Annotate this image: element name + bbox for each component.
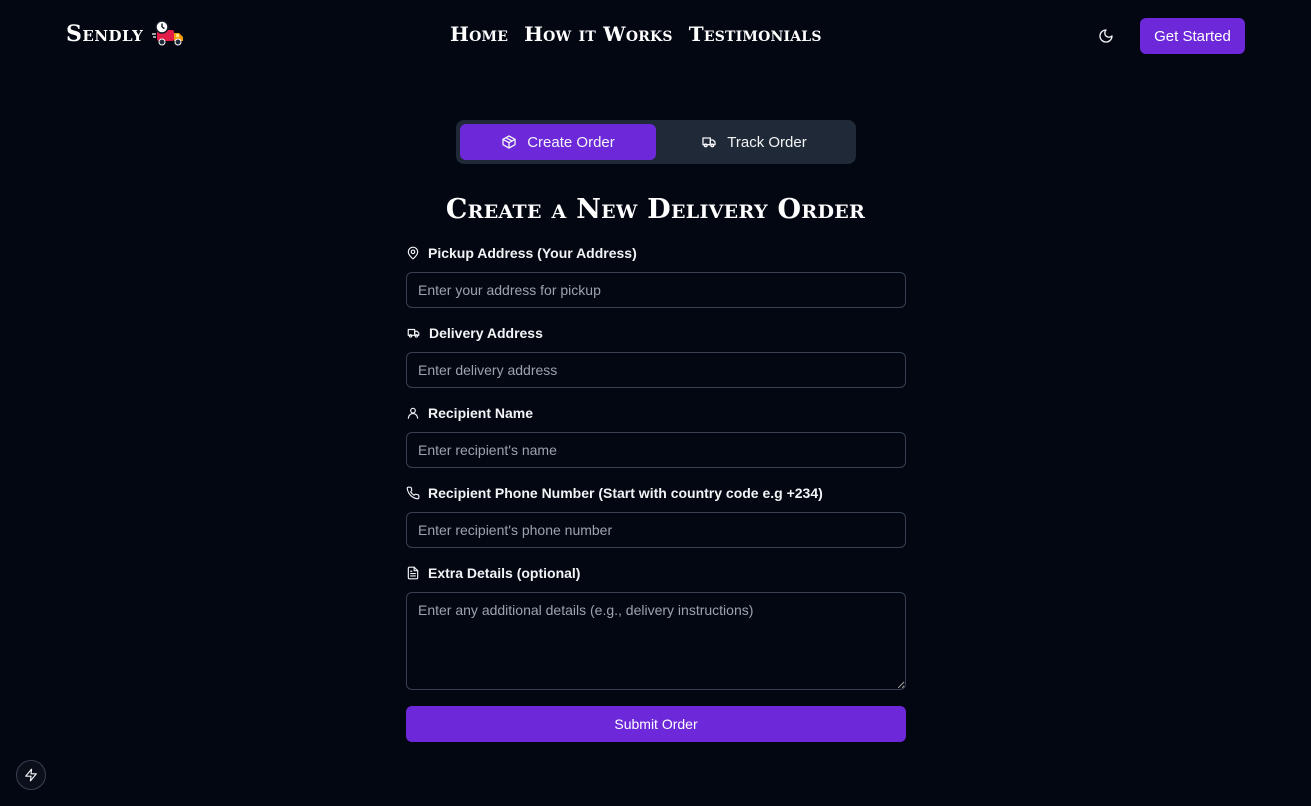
recipient-phone-input[interactable] — [406, 512, 906, 548]
recipient-phone-field: Recipient Phone Number (Start with count… — [406, 484, 906, 548]
nav-home[interactable]: Home — [450, 22, 508, 46]
order-tabs: Create Order Track Order — [456, 120, 856, 164]
extra-details-textarea[interactable] — [406, 592, 906, 690]
dev-tools-button[interactable] — [16, 760, 46, 790]
tab-create-order[interactable]: Create Order — [460, 124, 656, 160]
truck-icon — [407, 328, 420, 338]
map-pin-icon — [407, 246, 419, 260]
lightning-bolt-icon — [25, 768, 37, 782]
extra-details-label: Extra Details (optional) — [428, 565, 581, 581]
recipient-phone-label: Recipient Phone Number (Start with count… — [428, 485, 823, 501]
package-icon — [502, 135, 516, 149]
tab-create-order-label: Create Order — [527, 133, 615, 151]
recipient-name-input[interactable] — [406, 432, 906, 468]
delivery-order-form: Pickup Address (Your Address) Delivery A… — [406, 244, 906, 711]
pickup-address-input[interactable] — [406, 272, 906, 308]
delivery-address-field: Delivery Address — [406, 324, 906, 388]
file-text-icon — [407, 566, 419, 580]
recipient-name-field: Recipient Name — [406, 404, 906, 468]
recipient-name-label: Recipient Name — [428, 405, 534, 421]
extra-details-field: Extra Details (optional) — [406, 564, 906, 695]
user-icon — [407, 407, 419, 419]
moon-icon — [1099, 29, 1113, 43]
delivery-address-input[interactable] — [406, 352, 906, 388]
logo-text: Sendly — [66, 21, 144, 47]
tab-track-order-label: Track Order — [727, 133, 807, 151]
form-title: Create a New Delivery Order — [445, 194, 866, 225]
main-nav: Home How it Works Testimonials — [450, 22, 822, 46]
nav-how-it-works[interactable]: How it Works — [524, 22, 673, 46]
nav-testimonials[interactable]: Testimonials — [689, 22, 822, 46]
logo[interactable]: Sendly — [66, 20, 185, 48]
pickup-address-field: Pickup Address (Your Address) — [406, 244, 906, 308]
pickup-address-label: Pickup Address (Your Address) — [428, 245, 637, 261]
get-started-button[interactable]: Get Started — [1140, 18, 1245, 54]
delivery-address-label: Delivery Address — [429, 325, 543, 341]
theme-toggle-button[interactable] — [1094, 24, 1118, 48]
delivery-truck-logo-icon — [152, 20, 184, 46]
header: Sendly Home How it Works Testimonials Ge… — [0, 0, 1311, 72]
phone-icon — [406, 486, 420, 500]
tab-track-order[interactable]: Track Order — [656, 124, 852, 160]
truck-icon — [702, 137, 716, 148]
submit-order-button[interactable]: Submit Order — [406, 706, 906, 742]
